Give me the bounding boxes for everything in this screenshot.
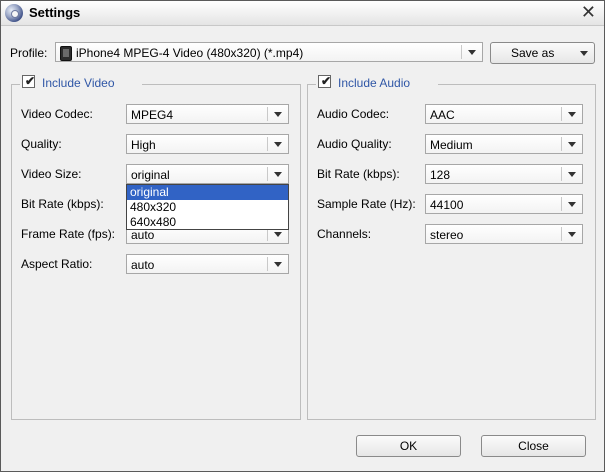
chevron-down-icon	[468, 50, 476, 55]
channels-label: Channels:	[317, 227, 372, 241]
audio-legend: ✔ Include Audio	[316, 74, 438, 94]
audio-codec-value: AAC	[430, 108, 455, 122]
video-size-dropdown: original 480x320 640x480	[126, 184, 289, 230]
chevron-down-icon	[274, 142, 282, 147]
video-size-option-480x320[interactable]: 480x320	[127, 200, 288, 215]
frame-rate-value: auto	[131, 228, 155, 242]
chevron-down-icon[interactable]	[580, 51, 588, 56]
audio-bitrate-value: 128	[430, 168, 451, 182]
video-size-select[interactable]: original	[126, 164, 289, 184]
close-button[interactable]: Close	[481, 435, 586, 457]
save-as-button[interactable]: Save as	[490, 42, 595, 64]
audio-codec-label: Audio Codec:	[317, 107, 390, 121]
frame-rate-label: Frame Rate (fps):	[21, 227, 116, 241]
aspect-ratio-select[interactable]: auto	[126, 254, 289, 274]
include-audio-label: Include Audio	[338, 76, 411, 90]
chevron-down-icon	[274, 232, 282, 237]
video-size-label: Video Size:	[21, 167, 82, 181]
chevron-down-icon	[568, 202, 576, 207]
sample-rate-label: Sample Rate (Hz):	[317, 197, 416, 211]
include-video-checkbox[interactable]: ✔	[22, 74, 36, 88]
app-disc-icon	[5, 4, 23, 22]
ok-button[interactable]: OK	[356, 435, 461, 457]
quality-value: High	[131, 138, 156, 152]
checkmark-icon: ✔	[321, 74, 332, 88]
video-bitrate-label: Bit Rate (kbps):	[21, 197, 104, 211]
quality-select[interactable]: High	[126, 134, 289, 154]
chevron-down-icon	[568, 232, 576, 237]
channels-select[interactable]: stereo	[425, 224, 583, 244]
audio-quality-label: Audio Quality:	[317, 137, 392, 151]
profile-select[interactable]: iPhone4 MPEG-4 Video (480x320) (*.mp4)	[55, 42, 483, 62]
chevron-down-icon	[274, 172, 282, 177]
audio-quality-value: Medium	[430, 138, 473, 152]
video-codec-select[interactable]: MPEG4	[126, 104, 289, 124]
aspect-ratio-label: Aspect Ratio:	[21, 257, 93, 271]
audio-bitrate-label: Bit Rate (kbps):	[317, 167, 400, 181]
channels-value: stereo	[430, 228, 464, 242]
phone-icon	[60, 46, 72, 61]
audio-bitrate-select[interactable]: 128	[425, 164, 583, 184]
profile-value: iPhone4 MPEG-4 Video (480x320) (*.mp4)	[76, 46, 304, 60]
profile-label: Profile:	[10, 46, 48, 60]
window-title: Settings	[29, 5, 81, 20]
settings-dialog: Settings ✕ Profile: iPhone4 MPEG-4 Video…	[0, 0, 605, 472]
sample-rate-select[interactable]: 44100	[425, 194, 583, 214]
chevron-down-icon	[274, 112, 282, 117]
audio-codec-select[interactable]: AAC	[425, 104, 583, 124]
audio-quality-select[interactable]: Medium	[425, 134, 583, 154]
checkmark-icon: ✔	[25, 74, 36, 88]
chevron-down-icon	[568, 142, 576, 147]
sample-rate-value: 44100	[430, 198, 464, 212]
video-codec-label: Video Codec:	[21, 107, 93, 121]
include-audio-checkbox[interactable]: ✔	[318, 74, 332, 88]
chevron-down-icon	[568, 112, 576, 117]
title-bar[interactable]: Settings ✕	[1, 1, 604, 26]
chevron-down-icon	[568, 172, 576, 177]
aspect-ratio-value: auto	[131, 258, 155, 272]
video-size-option-640x480[interactable]: 640x480	[127, 215, 288, 230]
save-as-label: Save as	[511, 46, 555, 60]
quality-label: Quality:	[21, 137, 62, 151]
close-icon[interactable]: ✕	[581, 2, 596, 23]
video-size-value: original	[131, 168, 170, 182]
include-video-label: Include Video	[42, 76, 115, 90]
video-size-option-original[interactable]: original	[127, 185, 288, 200]
video-legend: ✔ Include Video	[20, 74, 142, 94]
video-codec-value: MPEG4	[131, 108, 174, 122]
chevron-down-icon	[274, 262, 282, 267]
